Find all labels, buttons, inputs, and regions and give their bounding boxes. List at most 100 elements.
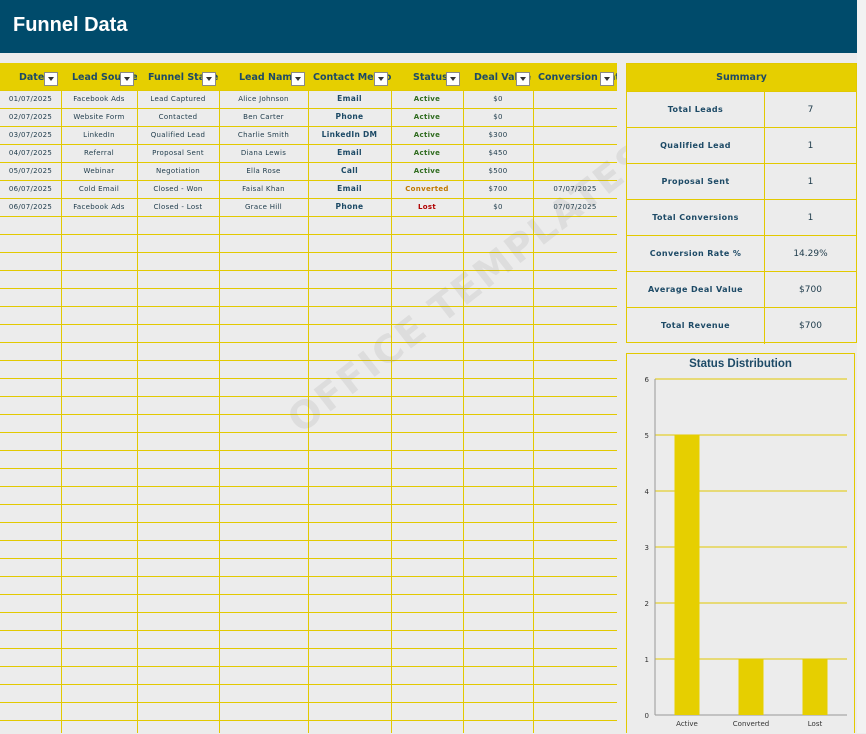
filter-dropdown-icon[interactable] [374,72,388,86]
method-cell[interactable]: Phone [308,108,391,126]
y-tick-label: 1 [645,656,649,664]
column-header-label: Lead Name [239,72,299,83]
column-header-label: Date [19,72,45,83]
conv-cell[interactable] [533,108,617,126]
source-cell[interactable]: LinkedIn [61,126,137,144]
summary-row: Proposal Sent 1 [627,163,856,200]
date-cell[interactable]: 06/07/2025 [0,180,61,198]
lead-name-col-header: Lead Name [219,63,308,90]
stage-cell[interactable]: Lead Captured [137,90,219,108]
stage-cell[interactable]: Closed - Lost [137,198,219,216]
conv-cell[interactable] [533,162,617,180]
date-cell[interactable]: 02/07/2025 [0,108,61,126]
name-cell[interactable]: Diana Lewis [219,144,308,162]
filter-dropdown-icon[interactable] [202,72,216,86]
name-cell[interactable]: Ella Rose [219,162,308,180]
value-cell[interactable]: $700 [463,180,533,198]
status-cell[interactable]: Active [391,144,463,162]
date-cell[interactable]: 03/07/2025 [0,126,61,144]
source-cell[interactable]: Webinar [61,162,137,180]
status-cell[interactable]: Active [391,162,463,180]
source-cell[interactable]: Facebook Ads [61,90,137,108]
method-cell[interactable]: Email [308,144,391,162]
summary-row: Qualified Lead 1 [627,127,856,164]
filter-dropdown-icon[interactable] [516,72,530,86]
summary-value[interactable]: $700 [765,308,856,344]
summary-value[interactable]: 1 [765,164,856,200]
method-cell[interactable]: Email [308,180,391,198]
summary-label: Qualified Lead [627,128,765,164]
filter-dropdown-icon[interactable] [44,72,58,86]
filter-dropdown-icon[interactable] [446,72,460,86]
value-cell[interactable]: $300 [463,126,533,144]
y-tick-label: 3 [645,544,649,552]
source-cell[interactable]: Facebook Ads [61,198,137,216]
summary-label: Total Revenue [627,308,765,344]
source-cell[interactable]: Cold Email [61,180,137,198]
conv-cell[interactable] [533,90,617,108]
name-cell[interactable]: Faisal Khan [219,180,308,198]
name-cell[interactable]: Grace Hill [219,198,308,216]
filter-dropdown-icon[interactable] [291,72,305,86]
name-cell[interactable]: Alice Johnson [219,90,308,108]
conv-cell[interactable] [533,126,617,144]
name-cell[interactable]: Charlie Smith [219,126,308,144]
source-cell[interactable]: Referral [61,144,137,162]
window-edge [857,0,866,733]
deal-value-col-header: Deal Value [463,63,533,90]
method-cell[interactable]: Email [308,90,391,108]
summary-label: Conversion Rate % [627,236,765,272]
conv-cell[interactable]: 07/07/2025 [533,180,617,198]
value-cell[interactable]: $450 [463,144,533,162]
status-cell[interactable]: Active [391,90,463,108]
lead-source-col-header: Lead Source [61,63,137,90]
value-cell[interactable]: $500 [463,162,533,180]
date-cell[interactable]: 06/07/2025 [0,198,61,216]
summary-value[interactable]: 14.29% [765,236,856,272]
stage-cell[interactable]: Qualified Lead [137,126,219,144]
date-cell[interactable]: 05/07/2025 [0,162,61,180]
status-cell[interactable]: Lost [391,198,463,216]
value-cell[interactable]: $0 [463,108,533,126]
status-col-header: Status [391,63,463,90]
contact-method-col-header: Contact Method [308,63,391,90]
conv-cell[interactable] [533,144,617,162]
filter-dropdown-icon[interactable] [120,72,134,86]
summary-value[interactable]: $700 [765,272,856,308]
value-cell[interactable]: $0 [463,198,533,216]
funnel-stage-col-header: Funnel Stage [137,63,219,90]
bar-converted [738,659,764,715]
x-tick-label: Lost [808,720,823,728]
summary-label: Average Deal Value [627,272,765,308]
summary-value[interactable]: 1 [765,200,856,236]
y-tick-label: 4 [645,488,650,496]
stage-cell[interactable]: Contacted [137,108,219,126]
method-cell[interactable]: Call [308,162,391,180]
filter-dropdown-icon[interactable] [600,72,614,86]
name-cell[interactable]: Ben Carter [219,108,308,126]
stage-cell[interactable]: Closed - Won [137,180,219,198]
bar-lost [802,659,828,715]
conv-cell[interactable]: 07/07/2025 [533,198,617,216]
status-cell[interactable]: Active [391,108,463,126]
bar-active [674,435,700,715]
method-cell[interactable]: LinkedIn DM [308,126,391,144]
value-cell[interactable]: $0 [463,90,533,108]
summary-value[interactable]: 1 [765,128,856,164]
stage-cell[interactable]: Proposal Sent [137,144,219,162]
summary-panel: Summary Total Leads 7 Qualified Lead 1 Propo… [626,63,857,344]
method-cell[interactable]: Phone [308,198,391,216]
source-cell[interactable]: Website Form [61,108,137,126]
summary-row: Total Leads 7 [627,91,856,128]
date-cell[interactable]: 04/07/2025 [0,144,61,162]
date-cell[interactable]: 01/07/2025 [0,90,61,108]
status-cell[interactable]: Active [391,126,463,144]
stage-cell[interactable]: Negotiation [137,162,219,180]
y-tick-label: 5 [645,432,649,440]
status-cell[interactable]: Converted [391,180,463,198]
x-tick-label: Converted [733,720,769,728]
summary-value[interactable]: 7 [765,92,856,128]
summary-label: Total Leads [627,92,765,128]
y-tick-label: 6 [645,376,650,384]
summary-row: Total Conversions 1 [627,199,856,236]
